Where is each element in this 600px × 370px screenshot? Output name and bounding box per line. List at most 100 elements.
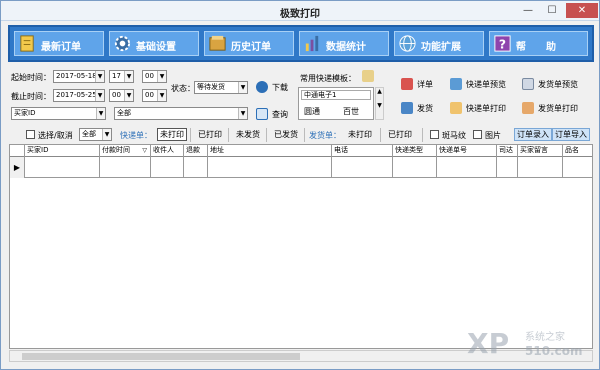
start-date-value: 2017-05-18 [56, 72, 97, 80]
column-header[interactable]: 地址 [208, 145, 332, 157]
column-header[interactable]: 买家留言 [518, 145, 563, 157]
toolbar-latest-orders[interactable]: 最新订单 [14, 31, 104, 56]
table-cell[interactable] [208, 157, 332, 178]
column-header[interactable]: 司达 [497, 145, 518, 157]
ship-print-button[interactable]: 发货单打印 [522, 102, 592, 115]
search-icon [256, 108, 268, 120]
express-templates-label: 常用快递模板： [300, 74, 356, 83]
maximize-button[interactable]: ☐ [541, 3, 563, 18]
query-label: 查询 [272, 110, 288, 119]
scrollbar-thumb[interactable] [22, 353, 300, 360]
table-cell[interactable] [151, 157, 184, 178]
order-entry-button[interactable]: 订单录入 [514, 128, 552, 141]
table-cell[interactable] [393, 157, 437, 178]
chevron-down-icon: ▼ [95, 71, 104, 82]
image-label: 图片 [485, 131, 501, 140]
end-hour-select[interactable]: 00 ▼ [109, 89, 134, 102]
divider [380, 128, 381, 142]
zebra-checkbox[interactable] [430, 130, 439, 139]
orders-grid: 买家ID 付款时间 ▽ 收件人 退款 地址 电话 快递类型 快递单号 司达 买家… [9, 144, 593, 349]
chevron-down-icon: ▼ [238, 108, 247, 119]
all-select[interactable]: 全部 ▼ [114, 107, 248, 120]
divider [228, 128, 229, 142]
download-icon [256, 81, 268, 93]
toolbar-help[interactable]: ? 帮 助 [489, 31, 588, 56]
order-import-button[interactable]: 订单导入 [552, 128, 590, 141]
start-hour-select[interactable]: 17 ▼ [109, 70, 134, 83]
express-filter-label: 快递单： [120, 131, 152, 140]
template-item[interactable]: 圆通 [304, 106, 320, 117]
column-header[interactable]: 付款时间 ▽ [100, 145, 151, 157]
table-row[interactable]: ▶ [10, 157, 592, 178]
column-header[interactable]: 快递类型 [393, 145, 437, 157]
row-selector-icon: ▶ [10, 157, 25, 178]
table-cell[interactable] [563, 157, 592, 178]
table-cell[interactable] [184, 157, 208, 178]
detail-icon [401, 78, 413, 90]
table-cell[interactable] [497, 157, 518, 178]
toolbar-data-stats[interactable]: 数据统计 [299, 31, 389, 56]
table-cell[interactable] [518, 157, 563, 178]
express-print-button[interactable]: 快递单打印 [450, 102, 520, 115]
chevron-down-icon: ▼ [96, 108, 105, 119]
minimize-button[interactable]: — [517, 3, 539, 18]
edit-icon[interactable] [362, 70, 374, 82]
ship-button[interactable]: 发货 [401, 102, 441, 115]
svg-text:510.com: 510.com [525, 344, 582, 358]
detail-button[interactable]: 详单 [401, 78, 441, 91]
column-header[interactable]: 收件人 [151, 145, 184, 157]
column-header[interactable]: 品名 [563, 145, 592, 157]
express-preview-button[interactable]: 快递单预览 [450, 78, 520, 91]
template-item[interactable]: 百世 [343, 106, 359, 117]
toolbar-basic-settings[interactable]: 基础设置 [109, 31, 199, 56]
ship-icon [401, 102, 413, 114]
toolbar-history-orders[interactable]: 历史订单 [204, 31, 294, 56]
table-cell[interactable] [437, 157, 497, 178]
end-min-select[interactable]: 00 ▼ [142, 89, 167, 102]
history-icon [209, 35, 226, 51]
preview-icon [522, 78, 534, 90]
template-item[interactable]: 中通电子1 [301, 90, 371, 100]
column-header-label: 付款时间 [102, 146, 130, 154]
table-cell[interactable] [25, 157, 100, 178]
download-button[interactable]: 下载 [256, 81, 296, 94]
select-scope-select[interactable]: 全部 ▼ [79, 128, 112, 141]
express-template-list[interactable]: 中通电子1 圆通 百世 [298, 87, 374, 120]
image-checkbox[interactable] [473, 130, 482, 139]
select-all-checkbox[interactable] [26, 130, 35, 139]
toolbar-extensions[interactable]: 功能扩展 [394, 31, 484, 56]
end-min-value: 00 [145, 91, 154, 99]
gear-icon [114, 35, 131, 52]
express-unprinted-tab[interactable]: 未打印 [157, 128, 187, 141]
start-date-field[interactable]: 2017-05-18 ▼ [53, 70, 105, 83]
ship-unprinted-tab[interactable]: 未打印 [345, 128, 375, 141]
express-unshipped-tab[interactable]: 未发货 [233, 128, 263, 141]
table-cell[interactable] [332, 157, 393, 178]
start-hour-value: 17 [112, 72, 121, 80]
column-header[interactable]: 买家ID [25, 145, 100, 157]
ship-preview-button[interactable]: 发货单预览 [522, 78, 592, 91]
column-header[interactable]: 电话 [332, 145, 393, 157]
buyer-field-value: 买家ID [14, 109, 36, 117]
status-select[interactable]: 等待发货 ▼ [194, 81, 248, 94]
toolbar-label: 数据统计 [326, 42, 366, 53]
end-date-field[interactable]: 2017-05-25 ▼ [53, 89, 105, 102]
chevron-down-icon: ▼ [95, 90, 104, 101]
ship-printed-tab[interactable]: 已打印 [385, 128, 415, 141]
query-button[interactable]: 查询 [256, 108, 296, 121]
column-header[interactable]: 退款 [184, 145, 208, 157]
template-scrollbar[interactable]: ▲ ▼ [375, 87, 384, 120]
express-printed-tab[interactable]: 已打印 [195, 128, 225, 141]
start-min-select[interactable]: 00 ▼ [142, 70, 167, 83]
chevron-down-icon: ▼ [102, 129, 111, 140]
column-header[interactable]: 快递单号 [437, 145, 497, 157]
end-hour-value: 00 [112, 91, 121, 99]
table-cell[interactable] [100, 157, 151, 178]
svg-text:XP: XP [467, 327, 509, 360]
buyer-field-select[interactable]: 买家ID ▼ [11, 107, 106, 120]
express-shipped-tab[interactable]: 已发货 [271, 128, 301, 141]
close-button[interactable]: ✕ [566, 3, 598, 18]
document-icon [20, 35, 34, 52]
status-value: 等待发货 [197, 83, 225, 91]
status-label: 状态： [171, 84, 195, 93]
